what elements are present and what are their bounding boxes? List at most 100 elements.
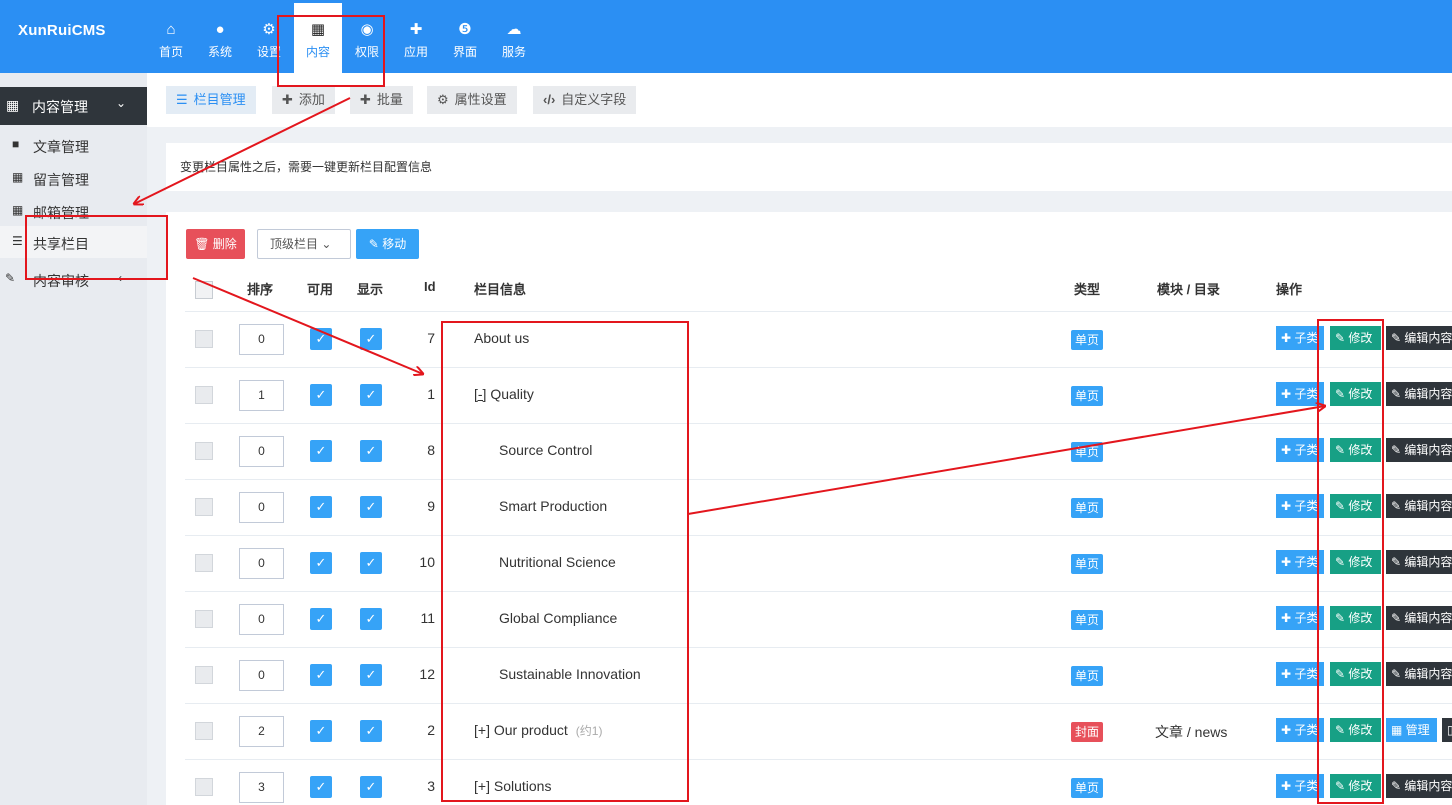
- sort-input[interactable]: 3: [239, 772, 284, 803]
- edit-content-button[interactable]: ✎ 编辑内容: [1386, 662, 1452, 686]
- row-id: 3: [427, 778, 435, 794]
- edit-content-button[interactable]: ✎ 编辑内容: [1386, 382, 1452, 406]
- parent-column-select[interactable]: 顶级栏目 ⌄: [257, 229, 351, 259]
- nav-services[interactable]: ☁ 服务: [490, 3, 538, 73]
- more-button[interactable]: ▯: [1442, 718, 1452, 742]
- type-badge: 单页: [1071, 442, 1104, 462]
- edit-content-button[interactable]: ✎ 编辑内容: [1386, 550, 1452, 574]
- header-ops: 操作: [1276, 282, 1303, 297]
- show-checkbox[interactable]: ✓: [360, 328, 382, 350]
- show-checkbox[interactable]: ✓: [360, 664, 382, 686]
- annotation-box-edit-column: [1317, 319, 1384, 804]
- row-checkbox[interactable]: [195, 722, 213, 740]
- row-checkbox[interactable]: [195, 666, 213, 684]
- row-checkbox[interactable]: [195, 498, 213, 516]
- tab-column-manage[interactable]: ☰ 栏目管理: [166, 86, 256, 114]
- sort-input[interactable]: 0: [239, 548, 284, 579]
- sidebar: ▦ 内容管理 ⌄ ■ 文章管理 ▦ 留言管理 ▦ 邮箱管理 ☰ 共享栏目 ✎ 内…: [0, 73, 147, 805]
- nav-apps[interactable]: ✚ 应用: [392, 3, 440, 73]
- enabled-checkbox[interactable]: ✓: [310, 496, 332, 518]
- show-checkbox[interactable]: ✓: [360, 552, 382, 574]
- nav-home[interactable]: ⌂ 首页: [147, 3, 195, 73]
- show-checkbox[interactable]: ✓: [360, 608, 382, 630]
- enabled-checkbox[interactable]: ✓: [310, 440, 332, 462]
- top-bar: XunRuiCMS ⌂ 首页 ● 系统 ⚙ 设置 ▦ 内容 ◉ 权限 ✚ 应用 ❺ 界面 ☁ 服…: [0, 0, 1452, 73]
- nav-interface[interactable]: ❺ 界面: [441, 3, 489, 73]
- row-checkbox[interactable]: [195, 610, 213, 628]
- table-icon: ▦: [12, 203, 24, 217]
- batch-button[interactable]: ✚ 批量: [350, 86, 413, 114]
- type-badge: 单页: [1071, 778, 1104, 798]
- edit-content-button[interactable]: ✎ 编辑内容: [1386, 438, 1452, 462]
- show-checkbox[interactable]: ✓: [360, 720, 382, 742]
- note-icon: ■: [12, 137, 20, 151]
- custom-fields-button[interactable]: ‹/› 自定义字段: [533, 86, 637, 114]
- sidebar-item-messages[interactable]: ▦ 留言管理: [0, 162, 147, 194]
- home-icon: ⌂: [166, 21, 176, 38]
- row-checkbox[interactable]: [195, 330, 213, 348]
- trash-icon: 🗑: [194, 237, 210, 251]
- enabled-checkbox[interactable]: ✓: [310, 776, 332, 798]
- sort-input[interactable]: 2: [239, 716, 284, 747]
- manage-button[interactable]: ▦ 管理: [1386, 718, 1437, 742]
- row-id: 10: [419, 554, 435, 570]
- sort-input[interactable]: 0: [239, 604, 284, 635]
- code-icon: ‹/›: [543, 92, 556, 107]
- row-checkbox[interactable]: [195, 778, 213, 796]
- edit-content-button[interactable]: ✎ 编辑内容: [1386, 774, 1452, 798]
- table-row: 2 ✓ ✓ 2 [+] Our product (约1) 封面 文章 / news…: [185, 703, 1452, 759]
- table-row: 0 ✓ ✓ 9 Smart Production 单页 ✚ 子类 ✎ 修改 ✎ …: [185, 479, 1452, 535]
- sort-input[interactable]: 0: [239, 660, 284, 691]
- show-checkbox[interactable]: ✓: [360, 776, 382, 798]
- enabled-checkbox[interactable]: ✓: [310, 608, 332, 630]
- edit-content-button[interactable]: ✎ 编辑内容: [1386, 606, 1452, 630]
- add-button[interactable]: ✚ 添加: [272, 86, 335, 114]
- show-checkbox[interactable]: ✓: [360, 440, 382, 462]
- sort-input[interactable]: 1: [239, 380, 284, 411]
- sort-input[interactable]: 0: [239, 436, 284, 467]
- delete-button[interactable]: 🗑 删除: [186, 229, 245, 259]
- header-show: 显示: [357, 282, 384, 297]
- edit-content-button[interactable]: ✎ 编辑内容: [1386, 326, 1452, 350]
- row-id: 7: [427, 330, 435, 346]
- logo[interactable]: XunRuiCMS: [18, 22, 106, 39]
- row-checkbox[interactable]: [195, 442, 213, 460]
- puzzle-icon: ✚: [409, 21, 423, 38]
- annotation-box-top-nav: [277, 15, 385, 87]
- enabled-checkbox[interactable]: ✓: [310, 720, 332, 742]
- nav-system[interactable]: ● 系统: [196, 3, 244, 73]
- edit-content-button[interactable]: ✎ 编辑内容: [1386, 494, 1452, 518]
- row-checkbox[interactable]: [195, 386, 213, 404]
- bars-icon: ☰: [176, 92, 188, 107]
- table-row: 0 ✓ ✓ 11 Global Compliance 单页 ✚ 子类 ✎ 修改 …: [185, 591, 1452, 647]
- type-badge: 单页: [1071, 498, 1104, 518]
- attribute-settings-button[interactable]: ⚙ 属性设置: [427, 86, 517, 114]
- enabled-checkbox[interactable]: ✓: [310, 384, 332, 406]
- header-sort[interactable]: 排序: [247, 279, 273, 298]
- plus-icon: ✚: [282, 92, 293, 107]
- enabled-checkbox[interactable]: ✓: [310, 664, 332, 686]
- sidebar-item-articles[interactable]: ■ 文章管理: [0, 129, 147, 161]
- show-checkbox[interactable]: ✓: [360, 496, 382, 518]
- select-all-checkbox[interactable]: [195, 281, 213, 299]
- sort-input[interactable]: 0: [239, 492, 284, 523]
- annotation-box-sidebar: [25, 215, 168, 280]
- enabled-checkbox[interactable]: ✓: [310, 328, 332, 350]
- globe-icon: ●: [215, 21, 225, 38]
- header-type: 类型: [1074, 282, 1101, 297]
- type-badge: 单页: [1071, 610, 1104, 630]
- sidebar-group-content[interactable]: ▦ 内容管理 ⌄: [0, 87, 147, 125]
- table-row: 0 ✓ ✓ 10 Nutritional Science 单页 ✚ 子类 ✎ 修…: [185, 535, 1452, 591]
- show-checkbox[interactable]: ✓: [360, 384, 382, 406]
- chevron-down-icon: ⌄: [116, 96, 127, 110]
- cloud-icon: ☁: [506, 21, 522, 38]
- bars-icon: ☰: [12, 234, 23, 248]
- enabled-checkbox[interactable]: ✓: [310, 552, 332, 574]
- move-button[interactable]: ✎ 移动: [356, 229, 419, 259]
- header-id[interactable]: Id: [424, 279, 436, 294]
- edit-icon: ✎: [368, 237, 379, 251]
- type-badge: 单页: [1071, 330, 1104, 350]
- sort-input[interactable]: 0: [239, 324, 284, 355]
- row-checkbox[interactable]: [195, 554, 213, 572]
- table-row: 0 ✓ ✓ 12 Sustainable Innovation 单页 ✚ 子类 …: [185, 647, 1452, 703]
